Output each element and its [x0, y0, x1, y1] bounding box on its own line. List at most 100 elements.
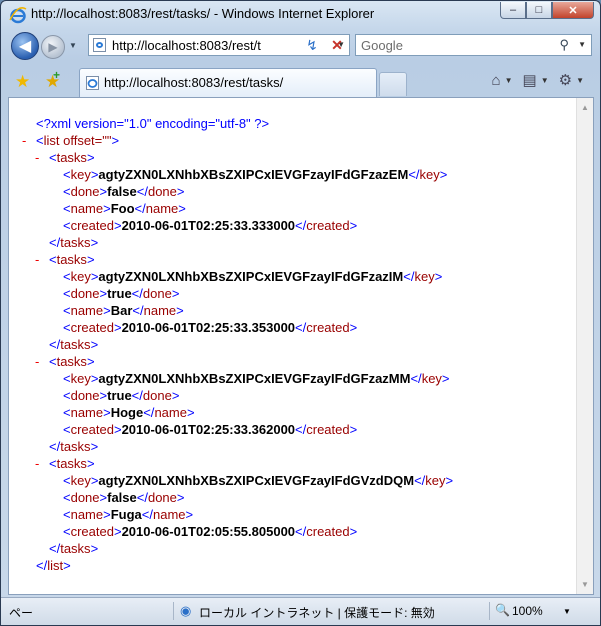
collapse-toggle-icon[interactable]: - [35, 353, 39, 370]
back-button[interactable]: ◀ [11, 32, 39, 60]
xml-field-done: <done>true</done> [63, 286, 180, 301]
xml-field-key: <key>agtyZXN0LXNhbXBsZXIPCxIEVGFzayIFdGF… [63, 167, 448, 182]
page-icon[interactable]: ▤ [523, 71, 537, 89]
xml-value-key: agtyZXN0LXNhbXBsZXIPCxIEVGFzayIFdGFzazEM [98, 167, 409, 182]
xml-task-close: </tasks> [49, 235, 99, 250]
xml-tag-name: tasks [56, 456, 87, 471]
xml-task-open: - <tasks> [35, 252, 95, 267]
collapse-toggle-icon[interactable]: - [35, 149, 39, 166]
xml-root-open: - <list offset=""> [22, 133, 120, 148]
address-input[interactable]: http://localhost:8083/rest/t [112, 38, 322, 53]
xml-field-created: <created>2010-06-01T02:25:33.362000</cre… [63, 422, 358, 437]
xml-tag-name: key [70, 269, 91, 284]
search-options-dropdown-icon[interactable]: ▼ [578, 40, 586, 49]
window-title: http://localhost:8083/rest/tasks/ - Wind… [31, 6, 375, 21]
refresh-button[interactable]: ↯ [301, 34, 323, 56]
internet-explorer-icon [9, 7, 27, 24]
maximize-button[interactable]: □ [526, 2, 552, 19]
xml-tag-name: tasks [60, 235, 91, 250]
xml-value-name: Fuga [110, 507, 142, 522]
xml-value-name: Foo [110, 201, 135, 216]
new-tab-button[interactable] [379, 72, 407, 96]
recent-pages-dropdown-icon[interactable]: ▼ [69, 41, 77, 50]
xml-field-created: <created>2010-06-01T02:25:33.353000</cre… [63, 320, 358, 335]
xml-task-open: - <tasks> [35, 150, 95, 165]
xml-tag-name: done [70, 286, 100, 301]
collapse-toggle-icon[interactable]: - [22, 132, 26, 149]
xml-value-created: 2010-06-01T02:25:33.362000 [121, 422, 296, 437]
page-content: <?xml version="1.0" encoding="utf-8" ?> -… [8, 97, 594, 595]
xml-tag-name: key [425, 473, 446, 488]
xml-field-key: <key>agtyZXN0LXNhbXBsZXIPCxIEVGFzayIFdGF… [63, 269, 443, 284]
xml-value-key: agtyZXN0LXNhbXBsZXIPCxIEVGFzayIFdGFzazMM [98, 371, 411, 386]
xml-field-done: <done>false</done> [63, 490, 185, 505]
xml-value-done: false [107, 490, 137, 505]
xml-tag-name: done [147, 490, 177, 505]
collapse-toggle-icon[interactable]: - [35, 455, 39, 472]
xml-tag-name: key [70, 371, 91, 386]
xml-value-done: true [107, 286, 132, 301]
home-dropdown-icon[interactable]: ▼ [505, 76, 513, 85]
search-input[interactable]: Google [361, 38, 403, 53]
xml-tag-name: name [70, 201, 104, 216]
zoom-icon[interactable]: 🔍 [495, 603, 510, 617]
xml-task-close: </tasks> [49, 337, 99, 352]
xml-tag-name: tasks [56, 354, 87, 369]
status-bar: ペー ◉ ローカル イントラネット | 保護モード: 無効 🔍 100% ▼ [1, 597, 600, 625]
tab-current[interactable]: http://localhost:8083/rest/tasks/ [79, 68, 377, 97]
xml-task-open: - <tasks> [35, 456, 95, 471]
scroll-down-icon[interactable]: ▼ [581, 580, 589, 589]
close-button[interactable]: ✕ [552, 2, 594, 19]
tools-gear-icon[interactable]: ⚙ [559, 71, 572, 89]
search-icon[interactable]: ⚲ [559, 37, 569, 53]
home-icon[interactable]: ⌂ [492, 72, 501, 89]
xml-tag-name: done [142, 388, 172, 403]
xml-root-tag: list offset="" [43, 133, 112, 148]
xml-tag-name: created [306, 218, 350, 233]
zoom-level[interactable]: 100% [512, 604, 543, 618]
xml-declaration-line: <?xml version="1.0" encoding="utf-8" ?> [36, 115, 269, 132]
zoom-dropdown-icon[interactable]: ▼ [563, 607, 571, 616]
xml-tag-name: tasks [56, 150, 87, 165]
page-favicon-icon [93, 38, 106, 52]
intranet-zone-icon: ◉ [180, 603, 192, 618]
xml-value-name: Bar [110, 303, 133, 318]
xml-tag-name: created [70, 422, 114, 437]
xml-tag-name: name [154, 405, 187, 420]
search-box[interactable]: Google ⚲ ▼ [355, 34, 592, 56]
xml-tag-name: done [70, 388, 100, 403]
xml-tag-name: key [419, 167, 440, 182]
xml-field-done: <done>false</done> [63, 184, 185, 199]
forward-button[interactable]: ▶ [41, 35, 65, 59]
browser-window: http://localhost:8083/rest/tasks/ - Wind… [0, 0, 601, 626]
xml-tag-name: done [147, 184, 177, 199]
xml-value-key: agtyZXN0LXNhbXBsZXIPCxIEVGFzayIFdGVzdDQM [98, 473, 415, 488]
tools-dropdown-icon[interactable]: ▼ [576, 76, 584, 85]
status-text: ペー [9, 606, 34, 620]
xml-field-key: <key>agtyZXN0LXNhbXBsZXIPCxIEVGFzayIFdGV… [63, 473, 454, 488]
xml-field-name: <name>Foo</name> [63, 201, 186, 216]
xml-tag-name: done [70, 184, 100, 199]
page-dropdown-icon[interactable]: ▼ [541, 76, 549, 85]
xml-value-done: false [107, 184, 137, 199]
favorites-center-icon[interactable]: ★ [15, 72, 30, 92]
xml-tag-name: created [70, 218, 114, 233]
xml-tag-name: name [70, 507, 104, 522]
vertical-scrollbar[interactable]: ▲ ▼ [576, 98, 593, 594]
security-zone-text[interactable]: ローカル イントラネット | 保護モード: 無効 [199, 604, 435, 621]
xml-value-name: Hoge [110, 405, 144, 420]
add-to-favorites-icon[interactable]: ★ [45, 68, 60, 92]
collapse-toggle-icon[interactable]: - [35, 251, 39, 268]
xml-tag-name: created [70, 524, 114, 539]
xml-tag-name: created [306, 320, 350, 335]
xml-tag-name: name [70, 405, 104, 420]
xml-field-created: <created>2010-06-01T02:25:33.333000</cre… [63, 218, 358, 233]
scroll-up-icon[interactable]: ▲ [581, 103, 589, 112]
tab-bar: ★ ★ http://localhost:8083/rest/tasks/ ⌂ … [1, 65, 600, 97]
minimize-button[interactable]: – [500, 2, 526, 19]
stop-button[interactable]: ✕ [326, 34, 348, 56]
xml-value-key: agtyZXN0LXNhbXBsZXIPCxIEVGFzayIFdGFzazIM [98, 269, 404, 284]
xml-field-done: <done>true</done> [63, 388, 180, 403]
xml-tag-name: tasks [56, 252, 87, 267]
xml-task-close: </tasks> [49, 439, 99, 454]
